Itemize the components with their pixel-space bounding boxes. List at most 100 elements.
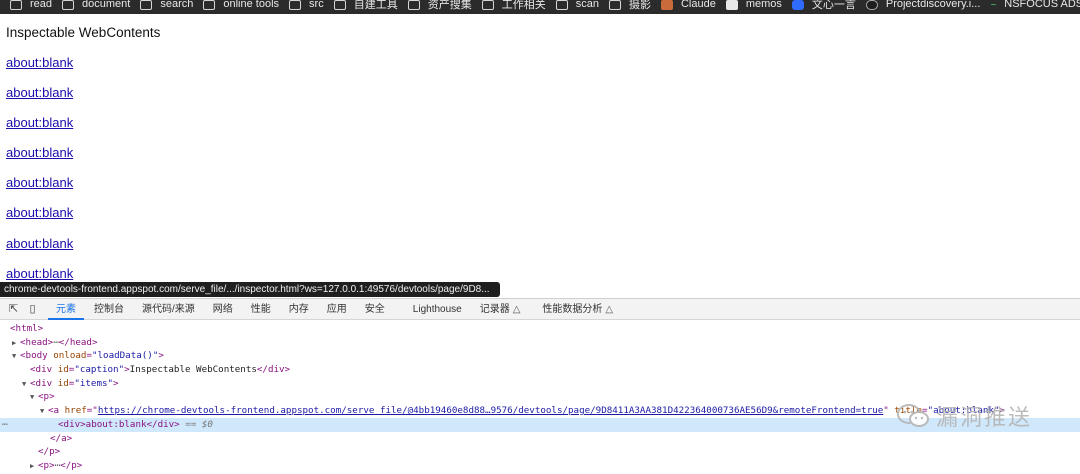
projectdiscovery-icon: [865, 0, 878, 10]
folder-icon: [140, 0, 153, 10]
bookmark-label: 摄影: [628, 0, 651, 11]
item-link[interactable]: about:blank: [6, 86, 160, 116]
bookmark-item[interactable]: Claude: [660, 0, 716, 14]
folder-icon: [203, 0, 216, 10]
tab-application[interactable]: 应用: [327, 299, 347, 320]
watermark: 漏洞推送: [896, 400, 1032, 432]
tag-html: <html>: [10, 323, 44, 334]
tab-security[interactable]: 安全: [365, 299, 385, 320]
folder-icon: [608, 0, 621, 10]
item-link[interactable]: about:blank: [6, 146, 160, 176]
bookmark-item[interactable]: online tools: [203, 0, 279, 14]
item-link[interactable]: about:blank: [6, 176, 160, 206]
bookmark-item[interactable]: 自建工具: [333, 0, 398, 14]
tab-network[interactable]: 网络: [213, 299, 233, 320]
item-link[interactable]: about:blank: [6, 236, 160, 267]
tab-sources[interactable]: 源代码/来源: [142, 299, 195, 320]
attr-name: id: [57, 364, 69, 376]
folder-icon: [555, 0, 568, 10]
bookmark-item[interactable]: 资产搜集: [407, 0, 472, 14]
collapse-triangle-icon[interactable]: ▼: [12, 350, 20, 364]
folder-icon: [333, 0, 346, 10]
flask-icon: △: [512, 303, 521, 315]
bookmark-label: read: [30, 0, 53, 10]
page-content: Inspectable WebContents about:blank abou…: [6, 26, 160, 297]
watermark-text: 漏洞推送: [936, 406, 1033, 431]
selected-marker: == $0: [185, 418, 213, 430]
device-toolbar-icon[interactable]: ▯: [27, 303, 38, 315]
collapse-triangle-icon[interactable]: ▼: [40, 405, 48, 419]
bookmark-label: online tools: [223, 0, 280, 10]
flask-icon: △: [605, 303, 614, 315]
bookmark-label: src: [309, 0, 324, 10]
dom-node-p-collapsed[interactable]: ▶ <p>⋯</p>: [0, 459, 1080, 473]
wechat-icon: [897, 404, 929, 427]
nsfocus-icon: ~: [990, 0, 997, 11]
tag-a-open: <a: [48, 405, 60, 417]
folder-icon: [10, 0, 22, 10]
attr-name: href: [64, 405, 87, 417]
bookmark-item[interactable]: 摄影: [608, 0, 651, 14]
collapse-triangle-icon[interactable]: ▼: [30, 391, 38, 405]
item-link[interactable]: about:blank: [6, 206, 160, 236]
tab-lighthouse[interactable]: Lighthouse: [413, 299, 462, 320]
attr-value: "caption": [74, 364, 125, 376]
folder-icon: [407, 0, 420, 10]
collapse-triangle-icon[interactable]: ▼: [22, 378, 30, 392]
bookmark-item[interactable]: search: [140, 0, 193, 14]
folder-icon: [289, 0, 302, 10]
tag-div-open: <div: [30, 364, 53, 376]
tag-a-close: </a>: [50, 432, 73, 444]
bookmark-label: scan: [575, 0, 599, 10]
bookmark-label: Projectdiscovery.i...: [885, 0, 981, 10]
bookmark-label: 工作相关: [501, 0, 546, 11]
item-link[interactable]: about:blank: [6, 55, 160, 86]
dom-node-p-close[interactable]: </p>: [0, 445, 1080, 459]
text-node: Inspectable WebContents: [129, 364, 257, 376]
tag-body-open: <body: [20, 350, 48, 362]
bookmark-item[interactable]: read: [10, 0, 52, 14]
bookmark-label: Claude: [680, 0, 716, 10]
href-link[interactable]: https://chrome-devtools-frontend.appspot…: [98, 405, 883, 416]
tag-div-open: <div: [30, 377, 53, 389]
bookmark-item[interactable]: document: [62, 0, 130, 14]
dom-node-items-div[interactable]: ▼ <div id="items">: [0, 377, 1080, 391]
dom-node-head[interactable]: ▶ <head>⋯</head>: [0, 336, 1080, 350]
dom-tree: <html> ▶ <head>⋯</head> ▼ <body onload="lo…: [0, 320, 1080, 473]
dom-node-html[interactable]: <html>: [0, 322, 1080, 336]
claude-logo-icon: [660, 0, 673, 10]
bookmark-label: 自建工具: [353, 0, 398, 11]
dom-node-body[interactable]: ▼ <body onload="loadData()">: [0, 349, 1080, 363]
tab-console[interactable]: 控制台: [94, 299, 124, 320]
status-url-bubble: chrome-devtools-frontend.appspot.com/ser…: [0, 282, 500, 297]
tag-head-close: </head>: [58, 336, 98, 348]
tab-memory[interactable]: 内存: [289, 299, 309, 320]
tag-p-open: <p>: [38, 391, 55, 403]
expand-triangle-icon[interactable]: ▶: [12, 337, 20, 351]
more-options-icon[interactable]: ⋯: [2, 418, 8, 432]
bookmark-item[interactable]: 工作相关: [481, 0, 546, 14]
bookmark-item[interactable]: ~ NSFOCUS ADS: [990, 0, 1080, 14]
bookmark-label: NSFOCUS ADS: [1004, 0, 1080, 10]
tag-head-open: <head>: [20, 336, 54, 348]
item-link[interactable]: about:blank: [6, 116, 160, 146]
bookmark-item[interactable]: memos: [725, 0, 782, 14]
items-list: about:blank about:blank about:blank abou…: [6, 55, 160, 297]
dom-node-caption-div[interactable]: <div id="caption">Inspectable WebContent…: [0, 363, 1080, 377]
expand-triangle-icon[interactable]: ▶: [30, 460, 38, 474]
bookmark-item[interactable]: Projectdiscovery.i...: [865, 0, 981, 14]
inspect-element-icon[interactable]: ⇱: [8, 303, 19, 315]
tab-recorder[interactable]: 记录器 △: [480, 299, 521, 320]
bookmark-item[interactable]: scan: [555, 0, 599, 14]
tab-performance-insights[interactable]: 性能数据分析 △: [542, 299, 613, 320]
bookmark-item[interactable]: src: [289, 0, 324, 14]
dom-node-a-close[interactable]: </a>: [0, 432, 1080, 446]
bookmark-item[interactable]: 文心一言: [791, 0, 856, 14]
tag-p-close: </p>: [38, 446, 61, 458]
tab-performance[interactable]: 性能: [251, 299, 271, 320]
tab-elements[interactable]: 元素: [48, 299, 84, 320]
memos-icon: [725, 0, 738, 10]
bookmark-label: search: [160, 0, 194, 10]
devtools-panel: ⇱ ▯ 元素 控制台 源代码/来源 网络 性能 内存 应用 安全 Lightho…: [0, 298, 1080, 471]
wenxin-icon: [791, 0, 804, 10]
